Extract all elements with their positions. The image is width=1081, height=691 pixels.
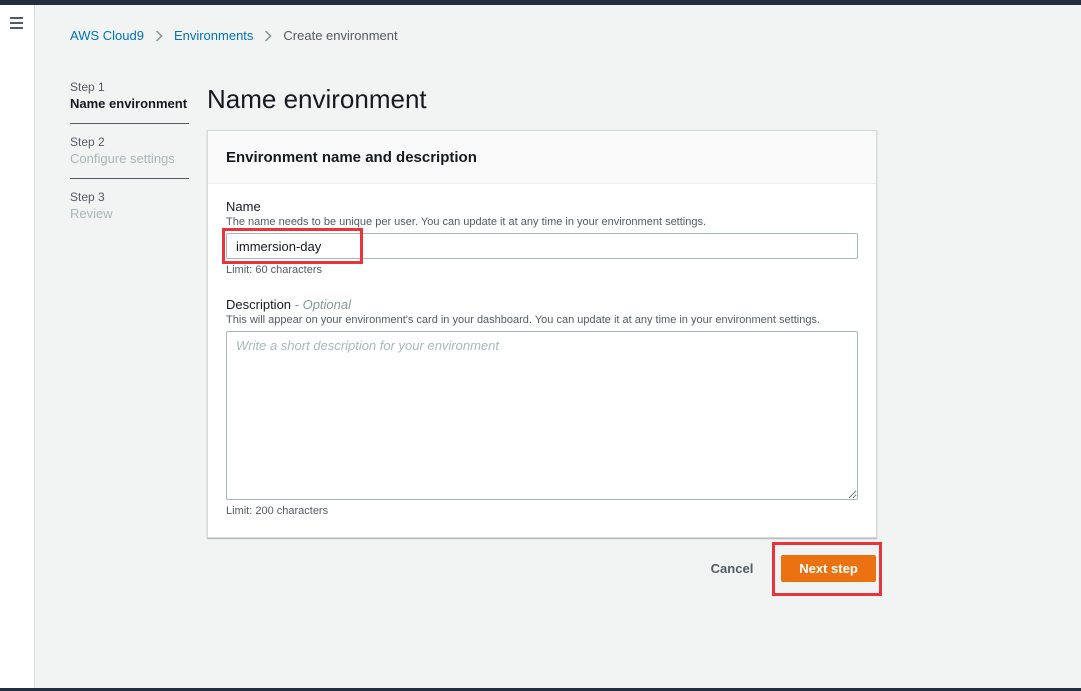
name-input[interactable] bbox=[226, 233, 858, 259]
side-navigation-rail bbox=[0, 5, 35, 688]
description-field: Description - Optional This will appear … bbox=[226, 297, 858, 518]
description-label: Description - Optional bbox=[226, 297, 858, 313]
wizard-steps: Step 1 Name environment Step 2 Configure… bbox=[70, 79, 189, 233]
next-step-button[interactable]: Next step bbox=[781, 555, 876, 582]
step-title: Name environment bbox=[70, 96, 188, 111]
description-textarea[interactable] bbox=[226, 331, 858, 500]
cancel-button[interactable]: Cancel bbox=[700, 554, 764, 582]
panel-header: Environment name and description bbox=[208, 131, 876, 184]
step-title: Review bbox=[70, 206, 113, 221]
wizard-step-1: Step 1 Name environment bbox=[70, 79, 189, 124]
environment-name-panel: Environment name and description Name Th… bbox=[207, 130, 877, 538]
breadcrumb: AWS Cloud9 Environments Create environme… bbox=[70, 28, 398, 43]
name-help-text: The name needs to be unique per user. Yo… bbox=[226, 216, 707, 228]
step-number: Step 3 bbox=[70, 190, 105, 204]
step-number: Step 1 bbox=[70, 80, 105, 94]
name-label: Name bbox=[226, 199, 261, 214]
description-help-text: This will appear on your environment's c… bbox=[226, 314, 820, 326]
description-constraint: Limit: 200 characters bbox=[226, 505, 329, 517]
top-bar bbox=[0, 0, 1081, 5]
name-constraint: Limit: 60 characters bbox=[226, 264, 322, 276]
chevron-right-icon bbox=[257, 29, 279, 43]
step-title: Configure settings bbox=[70, 151, 175, 166]
wizard-step-2: Step 2 Configure settings bbox=[70, 124, 189, 179]
step-number: Step 2 bbox=[70, 135, 105, 149]
breadcrumb-environments[interactable]: Environments bbox=[174, 28, 253, 43]
chevron-right-icon bbox=[148, 29, 170, 43]
wizard-step-3: Step 3 Review bbox=[70, 179, 189, 233]
breadcrumb-create-environment: Create environment bbox=[283, 28, 398, 43]
breadcrumb-aws-cloud9[interactable]: AWS Cloud9 bbox=[70, 28, 144, 43]
name-field: Name The name needs to be unique per use… bbox=[226, 199, 858, 277]
optional-label: - Optional bbox=[291, 297, 352, 312]
page-title: Name environment bbox=[207, 84, 427, 114]
description-label-text: Description bbox=[226, 297, 292, 312]
hamburger-menu-icon[interactable] bbox=[10, 17, 23, 29]
